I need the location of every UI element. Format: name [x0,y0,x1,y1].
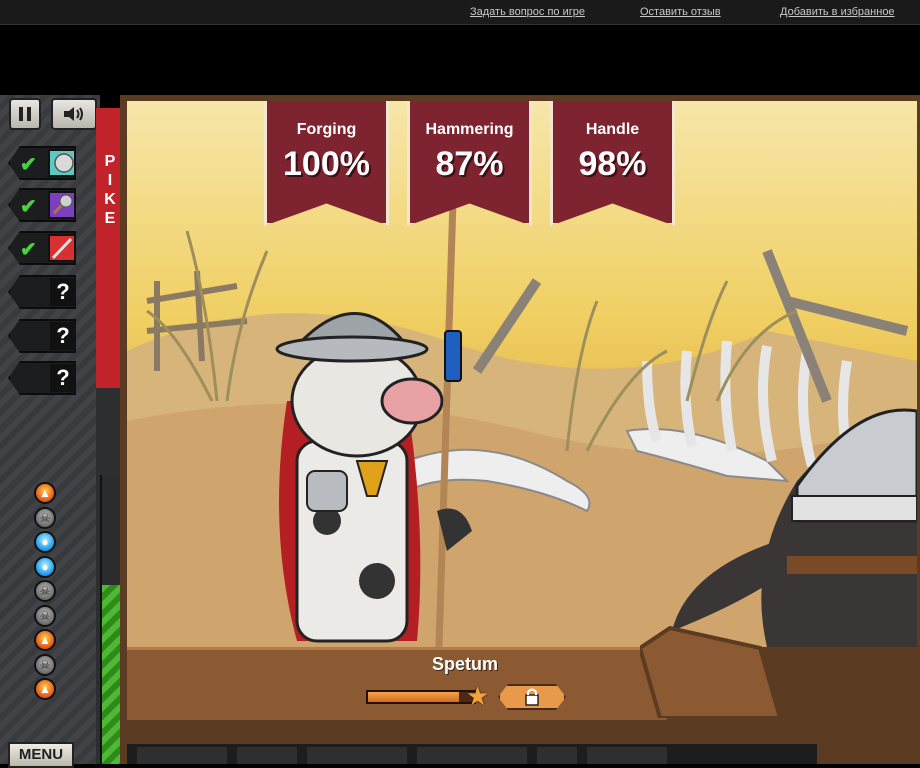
pause-button[interactable] [9,98,41,130]
quality-meter-empty [100,475,122,585]
forging-value: 100% [283,145,370,183]
leave-review-link[interactable]: Оставить отзыв [640,6,721,18]
spear-part-icon [48,234,76,262]
frame-corner [640,625,783,718]
forging-label: Forging [296,121,357,138]
lock-button[interactable] [498,684,566,710]
hammering-value: 87% [435,145,504,183]
bottom-tab[interactable] [417,747,527,764]
unknown-part-label: ? [50,278,76,306]
ask-question-link[interactable]: Задать вопрос по игре [470,6,585,18]
fire-gem-icon: ▲ [34,629,56,651]
add-favorite-link[interactable]: Добавить в избранное [780,6,895,18]
quality-meter-fill [100,585,122,764]
water-gem-icon: ● [34,531,56,553]
part-slot-4[interactable]: ? [8,275,76,309]
mace-part-icon [48,191,76,219]
part-slot-5[interactable]: ? [8,319,76,353]
check-icon: ✔ [20,239,37,261]
sound-button[interactable] [51,98,97,130]
fire-gem-icon: ▲ [34,482,56,504]
bottom-tab[interactable] [587,747,667,764]
handle-label: Handle [585,121,640,138]
handle-value: 98% [578,145,647,183]
part-slot-3[interactable]: ✔ [8,231,76,265]
pause-icon [19,107,31,121]
part-slot-6[interactable]: ? [8,361,76,395]
item-progress-bar [366,690,476,704]
hammering-label: Hammering [425,121,514,138]
item-name: Spetum [431,654,498,674]
bottom-tab[interactable] [237,747,297,764]
item-progress-fill [368,692,460,702]
check-icon: ✔ [20,196,37,218]
part-slot-2[interactable]: ✔ [8,188,76,222]
unknown-part-label: ? [50,364,76,392]
skull-gem-icon: ☠ [34,604,56,627]
bottom-tabs [127,744,817,764]
skull-gem-icon: ☠ [34,580,56,602]
bottom-tab[interactable] [537,747,577,764]
shield-part-icon [48,149,76,177]
fire-gem-icon: ▲ [34,678,56,700]
menu-button[interactable]: MENU [8,742,74,768]
speaker-icon [64,107,83,121]
skull-gem-icon: ☠ [34,653,56,676]
check-icon: ✔ [20,154,37,176]
star-icon: ★ [466,681,490,711]
unknown-part-label: ? [50,322,76,350]
bottom-tab[interactable] [137,747,227,764]
top-links-bar: Задать вопрос по игре Оставить отзыв Доб… [0,0,920,25]
bottom-tab[interactable] [307,747,407,764]
lock-icon [500,686,564,708]
game-header-black [0,25,920,95]
part-slot-1[interactable]: ✔ [8,146,76,180]
skull-gem-icon: ☠ [34,506,56,529]
water-gem-icon: ● [34,555,56,578]
